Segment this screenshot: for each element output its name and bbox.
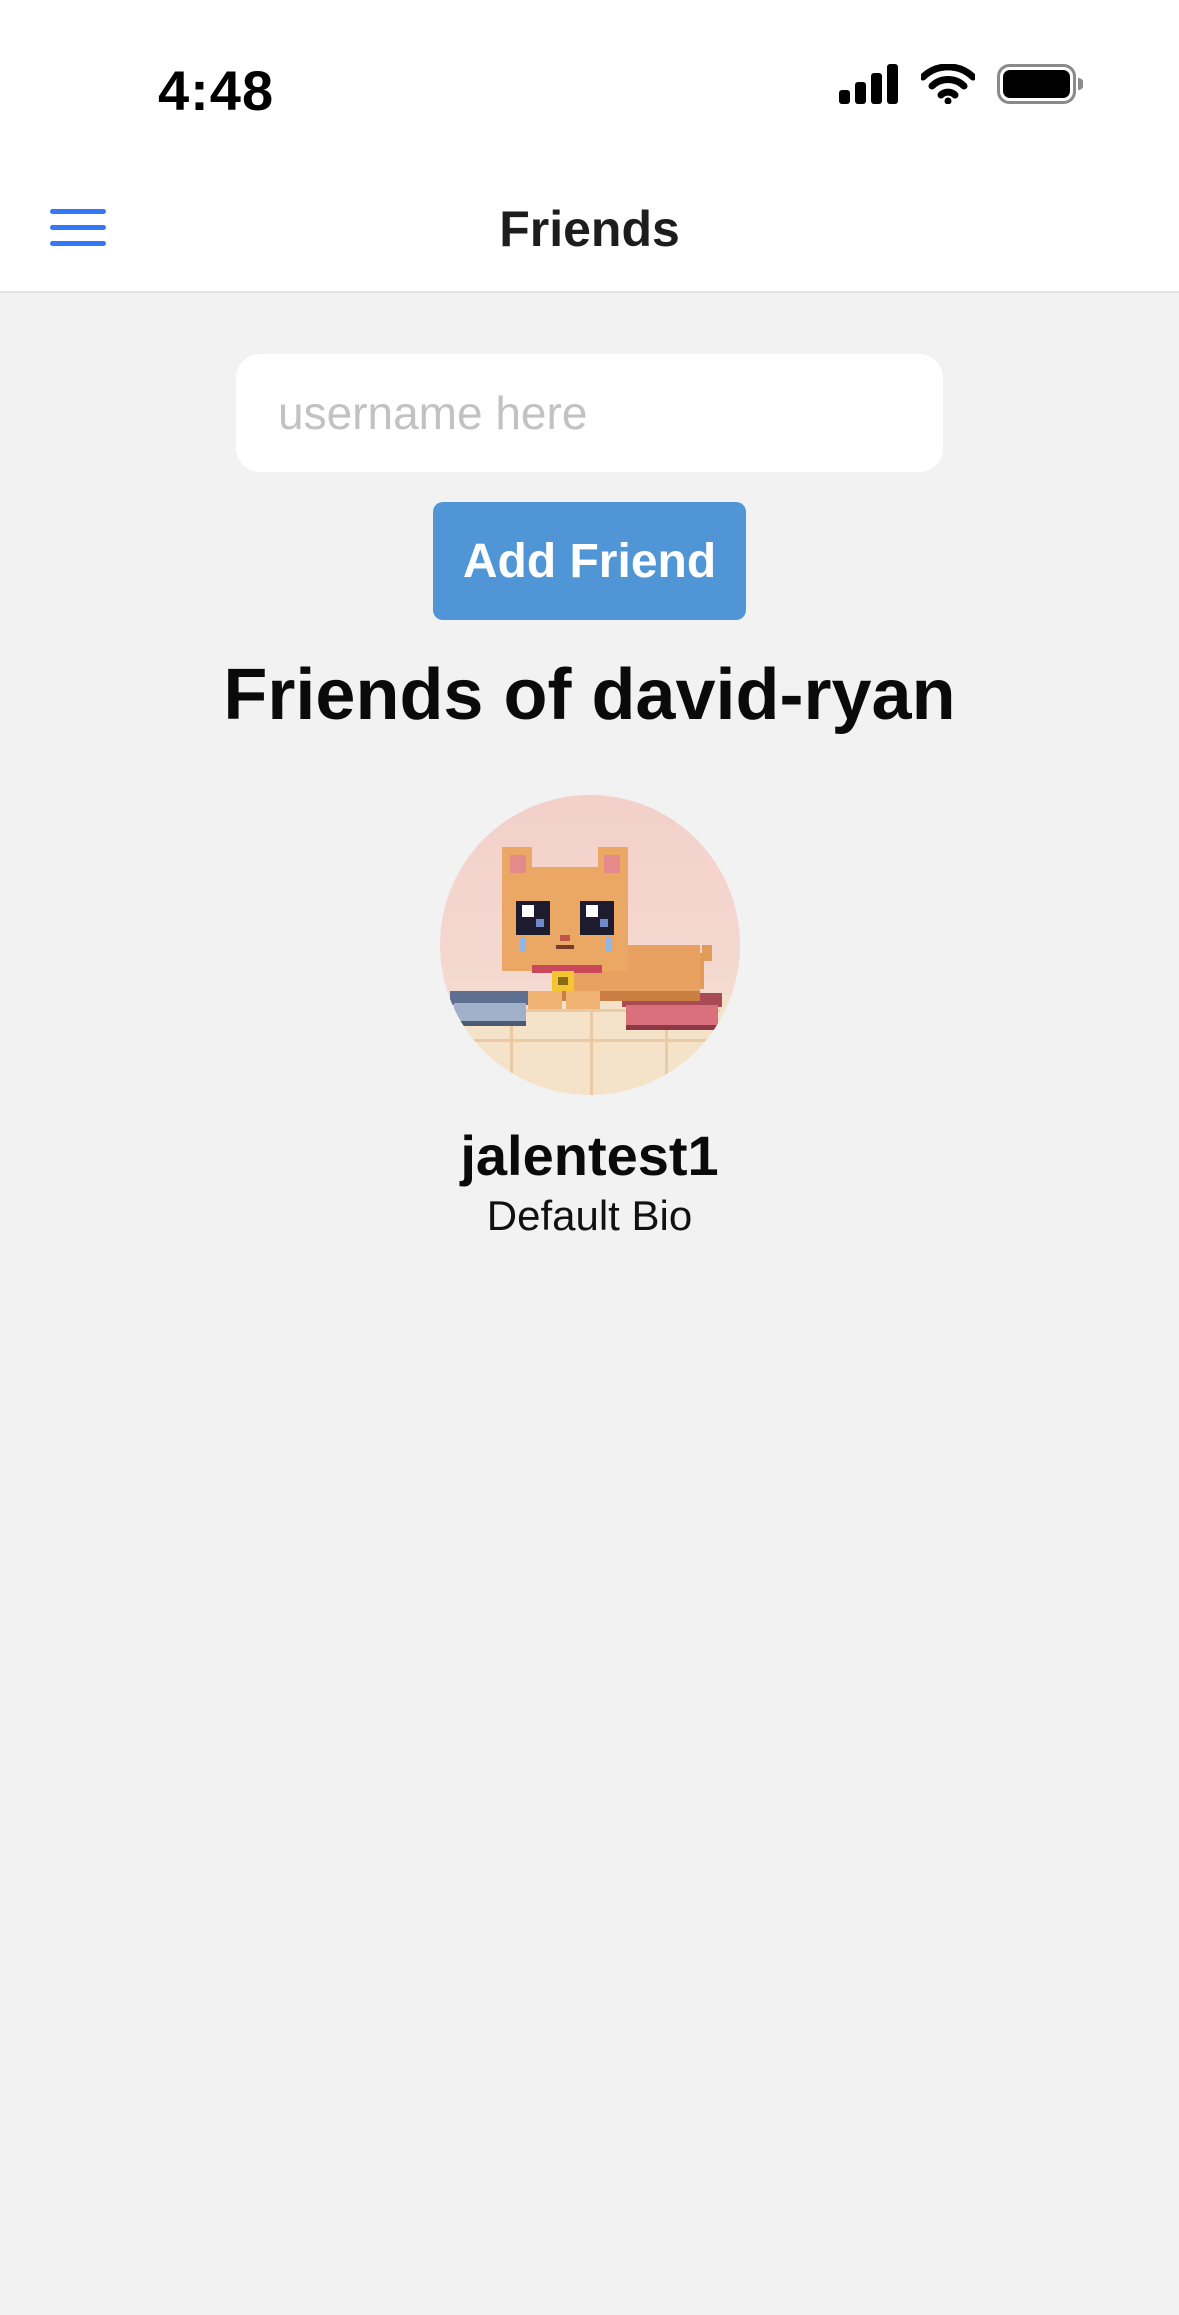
friend-username: jalentest1 <box>460 1124 719 1187</box>
friends-heading: Friends of david-ryan <box>223 655 956 735</box>
status-bar: 4:48 <box>0 0 1179 170</box>
status-icons <box>839 64 1083 104</box>
avatar[interactable] <box>439 795 740 1095</box>
battery-icon <box>997 64 1083 104</box>
page-title: Friends <box>499 201 680 257</box>
add-friend-button[interactable]: Add Friend <box>433 502 746 620</box>
nav-bar: Friends <box>0 170 1179 293</box>
pixel-art-cat-avatar <box>439 795 740 1095</box>
username-input[interactable] <box>236 354 943 472</box>
friend-bio: Default Bio <box>486 1191 693 1239</box>
status-time: 4:48 <box>158 59 275 122</box>
friend-card[interactable]: jalentest1 Default Bio <box>0 795 1179 1239</box>
wifi-icon <box>921 64 975 104</box>
cellular-signal-icon <box>839 64 898 104</box>
